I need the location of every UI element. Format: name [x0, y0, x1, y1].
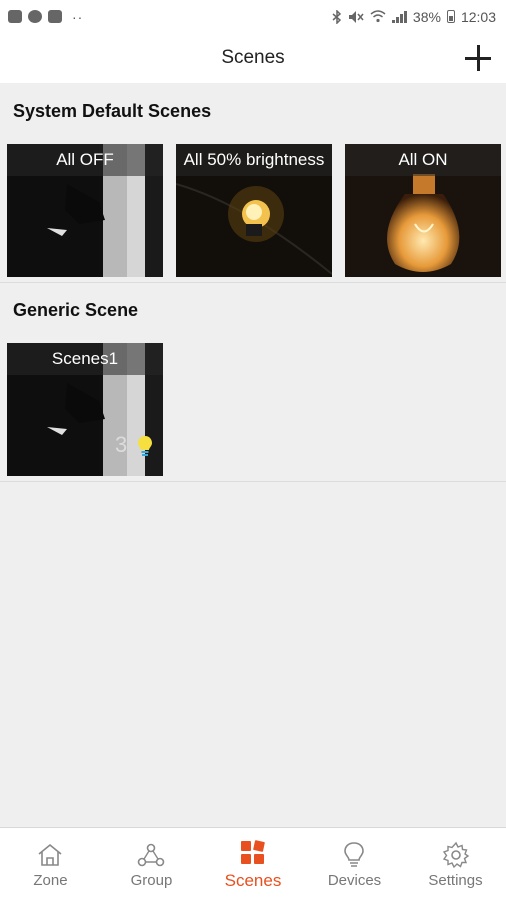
clock: 12:03 [460, 8, 496, 25]
page-title: Scenes [221, 47, 285, 68]
scene-label: All 50% brightness [176, 144, 332, 176]
signal-icon [391, 10, 407, 23]
section-divider [0, 481, 506, 482]
battery-percent: 38% [412, 8, 441, 25]
device-count: 3 [115, 432, 128, 457]
scenes-grid-icon [241, 840, 265, 864]
mute-icon [348, 10, 364, 23]
battery-icon [446, 10, 455, 23]
scene-tile-scenes1[interactable]: Scenes1 3 [7, 343, 163, 476]
add-scene-button[interactable] [462, 42, 494, 74]
group-icon [137, 843, 165, 867]
nav-item-devices[interactable]: Devices [304, 828, 405, 900]
generic-scenes-title: Generic Scene [13, 300, 139, 320]
scene-label: All ON [345, 144, 501, 176]
status-bar: ·· 38% 12:03 [0, 0, 506, 33]
scene-tile-all-50-brightness[interactable]: All 50% brightness [176, 144, 332, 277]
nav-label: Settings [428, 872, 483, 889]
nav-item-zone[interactable]: Zone [0, 828, 101, 900]
system-scenes-title: System Default Scenes [13, 101, 212, 121]
home-icon [38, 843, 62, 866]
scene-tile-all-on[interactable]: All ON [345, 144, 501, 277]
nav-label: Devices [327, 872, 382, 889]
scene-tile-all-off[interactable]: All OFF [7, 144, 163, 277]
bottom-nav: Zone Group Scenes Devices Settings [0, 827, 506, 900]
bag-notification-icon [48, 10, 62, 23]
scene-label: All OFF [7, 144, 163, 176]
app-header: Scenes [0, 33, 506, 83]
wifi-icon [370, 10, 386, 23]
bulb-icon [138, 436, 152, 456]
section-divider [0, 282, 506, 283]
sync-notification-icon [28, 10, 42, 23]
nav-label: Group [130, 872, 173, 889]
gallery-notification-icon [8, 10, 22, 23]
nav-label: Scenes [224, 871, 282, 890]
nav-item-settings[interactable]: Settings [405, 828, 506, 900]
nav-item-scenes[interactable]: Scenes [202, 828, 304, 900]
more-notifications-icon: ·· [72, 8, 84, 25]
nav-item-group[interactable]: Group [101, 828, 202, 900]
nav-label: Zone [33, 872, 68, 889]
bulb-outline-icon [344, 842, 364, 867]
gear-icon [442, 841, 470, 869]
scene-label: Scenes1 [7, 343, 163, 375]
bluetooth-icon [332, 9, 342, 24]
